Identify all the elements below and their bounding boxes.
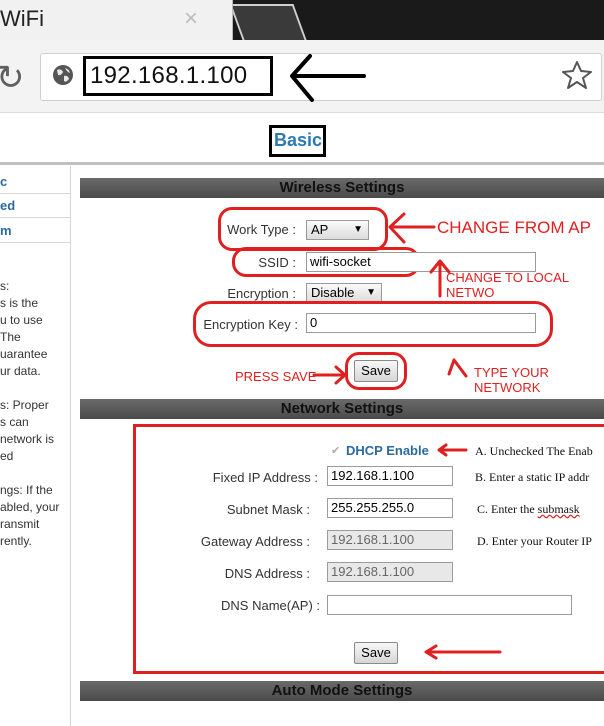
fixed-ip-label: Fixed IP Address : xyxy=(212,470,318,485)
reload-icon[interactable]: ↻ xyxy=(0,58,25,98)
note-c-submask: submask xyxy=(537,502,580,516)
dropdown-arrow-icon: ▼ xyxy=(366,287,376,298)
page-bottom xyxy=(80,702,604,726)
subnet-mask-label: Subnet Mask : xyxy=(226,502,310,517)
wireless-save-button[interactable]: Save xyxy=(354,360,398,382)
nav-item-advanced[interactable]: ed xyxy=(0,198,15,213)
help-text: s: s is the u to use The uarantee ur dat… xyxy=(0,279,60,548)
dns-name-label: DNS Name(AP) : xyxy=(221,598,320,613)
encryption-key-input[interactable]: 0 xyxy=(306,313,536,333)
encryption-value: Disable xyxy=(311,285,355,300)
type-your-network-annotation: TYPE YOUR NETWORK xyxy=(474,365,549,395)
network-settings-title: Network Settings xyxy=(280,400,404,417)
wireless-settings-header: Wireless Settings xyxy=(80,178,604,198)
ssid-label: SSID : xyxy=(258,255,296,270)
network-settings-header: Network Settings xyxy=(80,399,604,419)
press-save-annotation: PRESS SAVE xyxy=(235,369,317,384)
auto-mode-settings-title: Auto Mode Settings xyxy=(271,682,413,699)
tab-title: WiFi xyxy=(0,6,44,31)
ssid-input[interactable]: wifi-socket xyxy=(306,252,536,272)
nav-divider xyxy=(0,217,70,218)
gateway-label: Gateway Address : xyxy=(200,534,310,549)
dhcp-enable-label: DHCP Enable xyxy=(346,443,429,458)
new-tab-button[interactable] xyxy=(229,4,307,40)
note-c: C. Enter the submask xyxy=(477,502,580,517)
encryption-key-label: Encryption Key : xyxy=(203,317,298,332)
dhcp-checkbox[interactable]: ✔ xyxy=(331,444,340,457)
work-type-label: Work Type : xyxy=(227,222,296,237)
note-a: A. Unchecked The Enab xyxy=(475,444,593,458)
dropdown-arrow-icon: ▼ xyxy=(353,224,363,235)
globe-icon xyxy=(53,65,73,85)
left-arrow-annotation xyxy=(424,644,502,660)
caret-arrow-annotation xyxy=(447,358,468,378)
subnet-mask-input[interactable]: 255.255.255.0 xyxy=(327,498,453,518)
bookmark-star-icon[interactable] xyxy=(562,60,592,90)
auto-mode-settings-header: Auto Mode Settings xyxy=(80,681,604,701)
left-arrow-annotation xyxy=(290,54,366,102)
note-b: B. Enter a static IP addr xyxy=(475,470,590,484)
note-d: D. Enter your Router IP xyxy=(477,534,592,548)
work-type-select[interactable]: AP ▼ xyxy=(306,220,369,240)
right-arrow-annotation xyxy=(312,365,347,385)
nav-item-system[interactable]: m xyxy=(0,223,12,238)
page-top-border xyxy=(0,112,604,113)
change-from-ap-annotation: CHANGE FROM AP xyxy=(437,218,591,237)
fixed-ip-input[interactable]: 192.168.1.100 xyxy=(327,466,453,486)
left-arrow-annotation xyxy=(437,443,468,457)
encryption-label: Encryption : xyxy=(227,286,296,301)
gateway-input[interactable]: 192.168.1.100 xyxy=(327,530,453,550)
change-to-local-annotation: CHANGE TO LOCAL NETWO xyxy=(446,270,569,300)
dns-name-input[interactable] xyxy=(327,595,572,615)
encryption-select[interactable]: Disable ▼ xyxy=(306,283,382,303)
dns-address-label: DNS Address : xyxy=(224,566,310,581)
header-divider xyxy=(0,162,604,165)
wireless-settings-title: Wireless Settings xyxy=(279,179,405,196)
dns-address-input[interactable]: 192.168.1.100 xyxy=(327,562,453,582)
nav-item-basic[interactable]: c xyxy=(0,174,7,189)
basic-link[interactable]: Basic xyxy=(274,130,322,151)
nav-divider xyxy=(0,242,70,243)
note-c-prefix: C. Enter the xyxy=(477,502,538,516)
work-type-value: AP xyxy=(311,222,329,237)
network-save-button[interactable]: Save xyxy=(354,642,398,664)
tab-close-icon[interactable]: × xyxy=(184,5,198,33)
left-arrow-annotation xyxy=(388,212,436,244)
url-text[interactable]: 192.168.1.100 xyxy=(90,62,247,90)
nav-divider xyxy=(0,193,70,194)
